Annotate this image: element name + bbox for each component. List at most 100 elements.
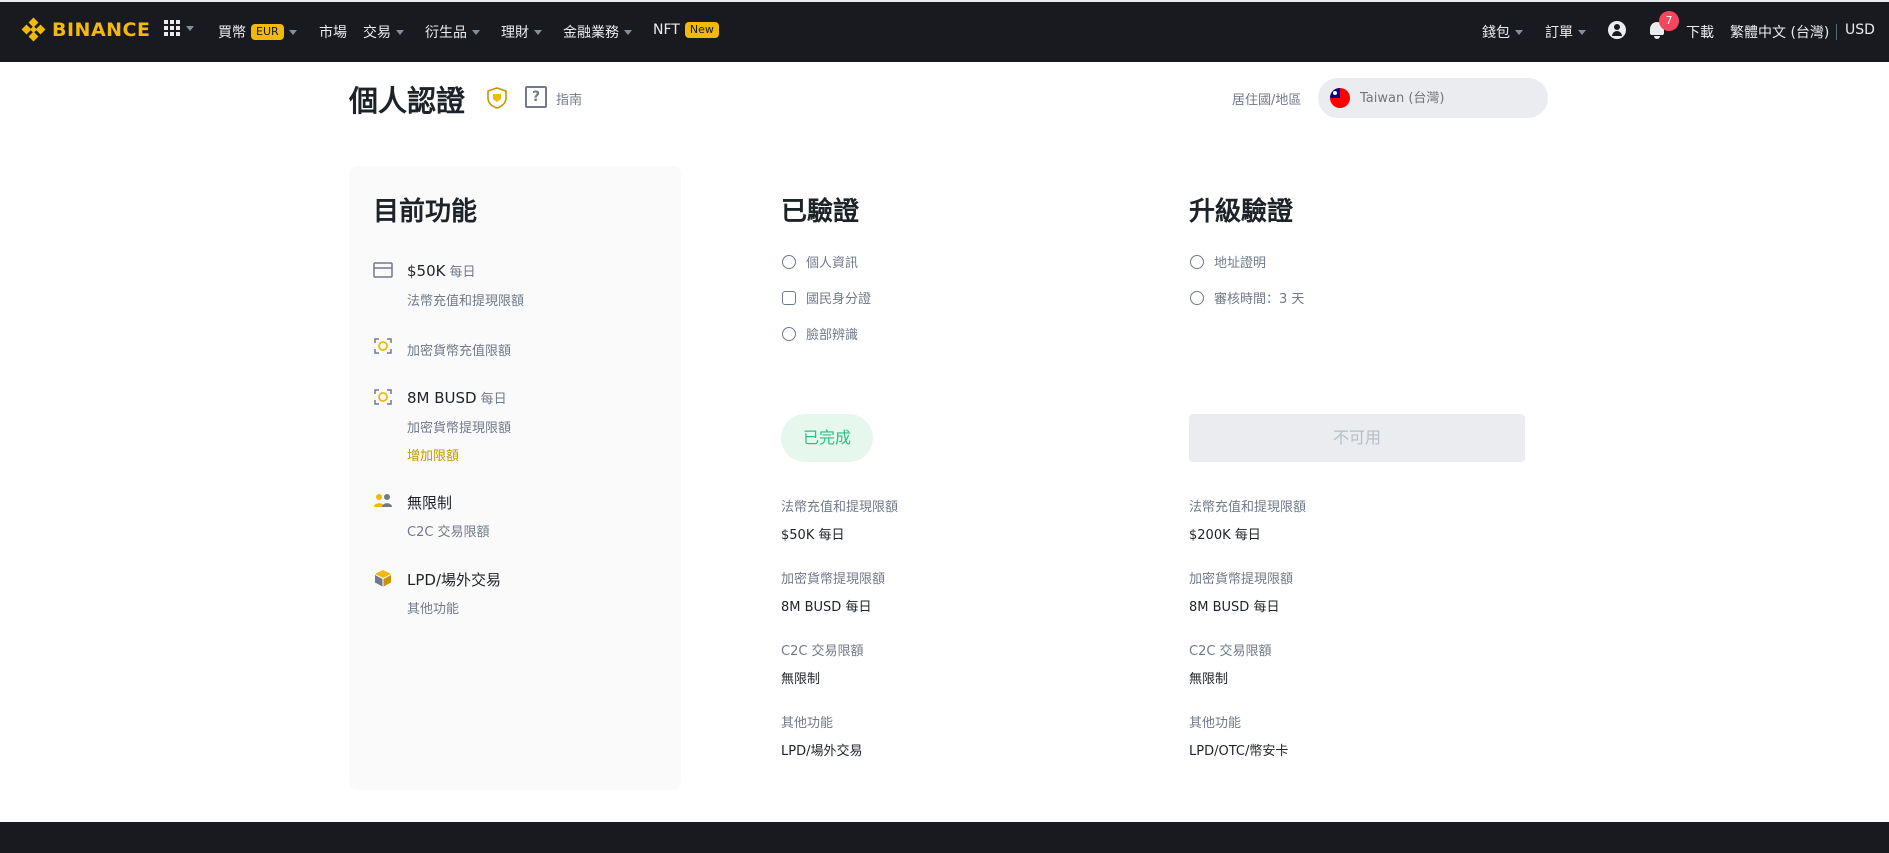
binance-logo-icon <box>21 17 46 42</box>
brand-name: BINANCE <box>52 19 151 41</box>
currency-label: USD <box>1845 22 1875 38</box>
nav-label: 理財 <box>501 25 529 41</box>
cube-icon <box>375 570 391 587</box>
limit-label: C2C 交易限額 <box>1189 644 1272 659</box>
upgrade-heading: 升級驗證 <box>1189 197 1294 227</box>
taiwan-flag-icon <box>1330 88 1350 108</box>
requirement-personal-info: 個人資訊 <box>782 252 858 271</box>
binance-logo[interactable]: BINANCE <box>21 17 151 42</box>
chevron-down-icon <box>624 29 632 35</box>
feature-sub: 加密貨幣提現限額 <box>407 421 512 436</box>
requirement-label: 地址證明 <box>1214 256 1267 271</box>
location-pin-icon <box>1190 254 1204 269</box>
limit-value: $200K 每日 <box>1189 528 1261 543</box>
users-icon <box>374 494 392 507</box>
user-profile-icon[interactable] <box>1608 21 1626 39</box>
download-link[interactable]: 下載 <box>1686 22 1714 42</box>
requirement-face-verification: 臉部辨識 <box>782 324 858 343</box>
nav-earn[interactable]: 理財 <box>501 22 542 42</box>
feature-main: 8M BUSD 每日 <box>407 388 507 407</box>
chevron-down-icon <box>1578 29 1586 35</box>
feature-value: 8M BUSD <box>407 389 477 407</box>
limit-label: 法幣充值和提現限額 <box>1189 500 1307 515</box>
feature-value: $50K <box>407 262 446 280</box>
feature-period: 每日 <box>449 265 476 280</box>
limit-label: 加密貨幣提現限額 <box>781 572 886 587</box>
nav-trade[interactable]: 交易 <box>363 22 404 42</box>
verified-heading: 已驗證 <box>781 197 860 227</box>
nav-nft[interactable]: NFT New <box>653 22 719 38</box>
face-icon <box>782 326 796 341</box>
limit-value: 8M BUSD 每日 <box>1189 600 1280 615</box>
limit-value: LPD/OTC/幣安卡 <box>1189 744 1289 759</box>
wallet-label: 錢包 <box>1482 25 1510 41</box>
requirement-proof-of-address: 地址證明 <box>1190 252 1266 271</box>
grid-icon <box>164 20 180 36</box>
limit-value: 無限制 <box>1189 672 1229 687</box>
language-selector[interactable]: 繁體中文 (台灣) <box>1730 22 1829 42</box>
current-features-heading: 目前功能 <box>373 197 478 227</box>
clock-icon <box>1190 290 1204 305</box>
residence-selector[interactable] <box>1318 78 1548 118</box>
feature-sub: 加密貨幣充值限額 <box>407 344 512 359</box>
nav-label: 市場 <box>319 25 347 41</box>
top-navbar: BINANCE 買幣 EUR 市場 交易 衍生品 理財 金融業務 NFT New… <box>0 0 1889 62</box>
chevron-down-icon <box>534 29 542 35</box>
chevron-down-icon <box>1515 29 1523 35</box>
limit-value: 無限制 <box>781 672 821 687</box>
limit-label: 其他功能 <box>1189 716 1242 731</box>
feature-main: 無限制 <box>407 492 452 513</box>
completed-button[interactable]: 已完成 <box>781 414 873 462</box>
increase-limit-link[interactable]: 增加限額 <box>407 445 459 464</box>
limit-label: 法幣充值和提現限額 <box>781 500 899 515</box>
orders-menu[interactable]: 訂單 <box>1545 22 1586 42</box>
chevron-down-icon <box>288 29 297 35</box>
crypto-withdraw-icon <box>374 389 392 405</box>
limit-label: C2C 交易限額 <box>781 644 864 659</box>
feature-sub: C2C 交易限額 <box>407 525 490 540</box>
nav-buy-crypto[interactable]: 買幣 EUR <box>218 22 297 42</box>
page-title: 個人認證 <box>349 84 466 118</box>
requirement-label: 審核時間：3 天 <box>1214 292 1305 307</box>
apps-menu-button[interactable] <box>164 20 194 36</box>
shield-icon[interactable] <box>487 87 507 109</box>
nav-finance[interactable]: 金融業務 <box>563 22 632 42</box>
limit-value: $50K 每日 <box>781 528 845 543</box>
card-icon <box>373 262 393 278</box>
limit-label: 加密貨幣提現限額 <box>1189 572 1294 587</box>
feature-value: 無限制 <box>407 494 453 512</box>
guide-question-icon[interactable]: ? <box>525 86 547 108</box>
residence-input[interactable] <box>1360 90 1530 106</box>
orders-label: 訂單 <box>1545 25 1573 41</box>
notification-badge: 7 <box>1659 11 1679 31</box>
feature-sub: 其他功能 <box>407 602 460 617</box>
nav-label: 衍生品 <box>425 25 467 41</box>
requirement-label: 臉部辨識 <box>806 328 859 343</box>
feature-sub: 法幣充值和提現限額 <box>407 294 525 309</box>
chevron-down-icon <box>472 29 480 35</box>
feature-value: LPD/場外交易 <box>407 571 502 589</box>
nav-derivatives[interactable]: 衍生品 <box>425 22 480 42</box>
nav-markets[interactable]: 市場 <box>319 22 347 42</box>
person-info-icon <box>782 254 796 269</box>
wallet-menu[interactable]: 錢包 <box>1482 22 1523 42</box>
currency-pill: EUR <box>251 24 284 40</box>
limit-value: LPD/場外交易 <box>781 744 863 759</box>
divider <box>1836 24 1837 40</box>
crypto-deposit-icon <box>374 338 392 354</box>
currency-selector[interactable]: USD <box>1845 22 1875 38</box>
limit-value: 8M BUSD 每日 <box>781 600 872 615</box>
id-card-icon <box>782 290 796 305</box>
nav-label: 金融業務 <box>563 25 619 41</box>
requirement-label: 國民身分證 <box>806 292 872 307</box>
nav-label: NFT <box>653 22 680 38</box>
feature-main: LPD/場外交易 <box>407 569 501 590</box>
current-features-panel: 目前功能 $50K 每日 法幣充值和提現限額 加密貨幣充值限額 8M BUSD 每日… <box>349 166 681 790</box>
download-label: 下載 <box>1686 25 1714 41</box>
guide-link[interactable]: 指南 <box>556 89 582 108</box>
feature-main: $50K 每日 <box>407 261 475 280</box>
chevron-down-icon <box>186 25 194 31</box>
unavailable-button[interactable]: 不可用 <box>1189 414 1525 462</box>
requirement-national-id: 國民身分證 <box>782 288 871 307</box>
requirement-review-time: 審核時間：3 天 <box>1190 288 1304 307</box>
